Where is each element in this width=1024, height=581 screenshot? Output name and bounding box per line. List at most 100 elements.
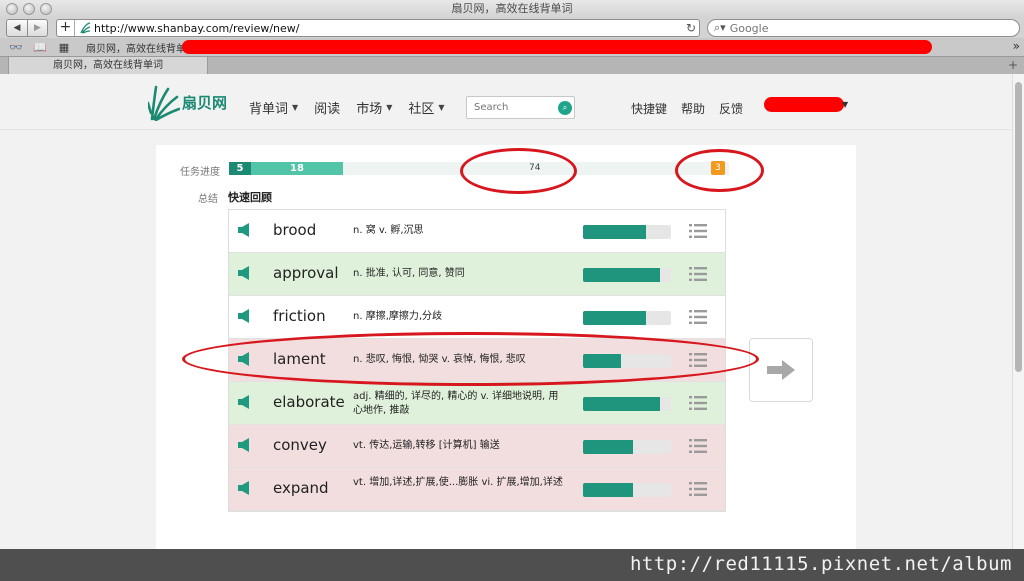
speaker-icon[interactable] [237,265,253,281]
window-controls[interactable] [6,3,52,15]
mastery-bar-fill [583,268,660,282]
word-row-brood[interactable]: brood n. 窝 v. 孵,沉思 [229,210,725,253]
word-row-elaborate[interactable]: elaborate adj. 精细的, 详尽的, 精心的 v. 详细地说明, 用心… [229,382,725,425]
chevron-down-icon: ▼ [438,103,445,112]
nav-label: 市场 [356,102,383,117]
zoom-window-button[interactable] [40,3,52,15]
site-search-input[interactable] [474,102,558,113]
word-definition: vt. 传达,运输,转移 [计算机] 输送 [353,440,500,451]
logo-text: 扇贝网 [182,93,228,112]
redacted-bookmarks [182,40,932,54]
page-viewport: 扇贝网 背单词▼ 阅读 市场▼ 社区▼ ⌕ 快捷键 帮助 反馈 ▼ [0,74,1012,549]
word-definition: vt. 增加,详述,扩展,使...膨胀 vi. 扩展,增加,详述 [353,477,563,488]
nav-label: 阅读 [314,102,341,117]
word-text[interactable]: brood [273,221,316,239]
main-nav: 背单词 ▼ 阅读 市场 ▼ 社区 ▼ [249,98,445,117]
watermark-bar: http://red11115.pixnet.net/album [0,549,1024,581]
speaker-icon[interactable] [237,480,253,496]
nav-help[interactable]: 帮助 [681,100,705,117]
more-bookmarks-icon[interactable]: » [1013,39,1020,53]
reload-icon[interactable]: ↻ [683,21,699,35]
next-button[interactable] [749,338,813,402]
tab-bar: 扇贝网，高效在线背单词 + [0,56,1024,75]
nav-label: 社区 [408,102,435,117]
browser-search-field[interactable]: ⌕▾ [707,19,1020,37]
nav-shortcuts[interactable]: 快捷键 [631,100,667,117]
new-tab-icon[interactable]: + [1008,58,1018,72]
annotation-oval-remaining [460,148,577,194]
address-url[interactable]: http://www.shanbay.com/review/new/ [94,22,683,35]
annotation-oval-badge [675,149,764,192]
mastery-bar-fill [583,311,647,325]
list-menu-icon[interactable] [689,266,707,282]
browser-search-input[interactable] [729,21,990,35]
scrollbar-thumb[interactable] [1015,82,1022,372]
close-window-button[interactable] [6,3,18,15]
speaker-icon[interactable] [237,394,253,410]
tab-shanbay[interactable]: 扇贝网，高效在线背单词 [8,57,208,75]
mastery-bar-fill [583,440,634,454]
list-menu-icon[interactable] [689,223,707,239]
mastery-bar-fill [583,225,647,239]
site-logo[interactable]: 扇贝网 [148,82,238,122]
chevron-down-icon: ▼ [386,103,393,112]
mastery-bar [583,225,671,239]
mastery-bar [583,268,671,282]
shanbay-favicon-icon [80,22,91,34]
word-text[interactable]: friction [273,307,326,325]
watermark-text: http://red11115.pixnet.net/album [629,553,1012,575]
nav-item-vocabulary[interactable]: 背单词 ▼ [249,98,298,117]
word-definition: adj. 精细的, 详尽的, 精心的 v. 详细地说明, 用心地作, 推敲 [353,391,559,416]
window-title: 扇贝网，高效在线背单词 [451,2,573,15]
chevron-down-icon[interactable]: ▼ [842,100,848,109]
speaker-icon[interactable] [237,308,253,324]
mastery-bar-fill [583,483,634,497]
word-text[interactable]: elaborate [273,393,345,411]
bookmarks-book-icon[interactable]: 📖 [32,41,48,54]
top-sites-grid-icon[interactable]: ▦ [56,41,72,54]
mastery-bar [583,440,671,454]
right-nav: 快捷键 帮助 反馈 [631,100,743,117]
summary-value: 快速回顾 [228,191,272,204]
word-text[interactable]: expand [273,479,329,497]
nav-item-market[interactable]: 市场 ▼ [356,98,392,117]
word-row-convey[interactable]: convey vt. 传达,运输,转移 [计算机] 输送 [229,425,725,468]
speaker-icon[interactable] [237,437,253,453]
minimize-window-button[interactable] [23,3,35,15]
nav-label: 背单词 [249,102,289,117]
list-menu-icon[interactable] [689,395,707,411]
reading-list-icon[interactable]: 👓 [8,41,24,54]
chevron-down-icon: ▼ [292,103,299,112]
forward-button[interactable]: ▶ [27,20,47,36]
mastery-bar [583,311,671,325]
history-buttons: ◀ ▶ [6,19,48,37]
search-icon[interactable]: ⌕ [558,100,572,115]
word-definition: n. 批准, 认可, 同意, 赞同 [353,268,465,279]
address-bar[interactable]: + http://www.shanbay.com/review/new/ ↻ [56,19,700,37]
window-titlebar: 扇贝网，高效在线背单词 [0,0,1024,18]
bookmark-shanbay[interactable]: 扇贝网，高效在线背单词 [86,40,196,55]
mastery-bar [583,483,671,497]
search-icon: ⌕▾ [714,21,726,34]
list-menu-icon[interactable] [689,481,707,497]
list-menu-icon[interactable] [689,438,707,454]
nav-item-reading[interactable]: 阅读 [314,98,340,117]
redacted-username[interactable] [764,97,844,112]
speaker-icon[interactable] [237,222,253,238]
mastery-bar [583,397,671,411]
bamboo-leaf-logo-icon [148,85,180,121]
word-text[interactable]: approval [273,264,339,282]
word-definition: n. 摩擦,摩擦力,分歧 [353,311,443,322]
list-menu-icon[interactable] [689,309,707,325]
word-text[interactable]: convey [273,436,327,454]
arrow-right-icon [767,360,795,380]
nav-feedback[interactable]: 反馈 [719,100,743,117]
word-row-expand[interactable]: expand vt. 增加,详述,扩展,使...膨胀 vi. 扩展,增加,详述 [229,468,725,511]
page-scrollbar[interactable] [1012,74,1024,549]
annotation-oval-lament [182,332,759,386]
add-bookmark-icon[interactable]: + [57,20,75,36]
nav-item-community[interactable]: 社区 ▼ [408,98,444,117]
word-definition: n. 窝 v. 孵,沉思 [353,225,424,236]
back-button[interactable]: ◀ [7,20,27,36]
word-row-approval[interactable]: approval n. 批准, 认可, 同意, 赞同 [229,253,725,296]
